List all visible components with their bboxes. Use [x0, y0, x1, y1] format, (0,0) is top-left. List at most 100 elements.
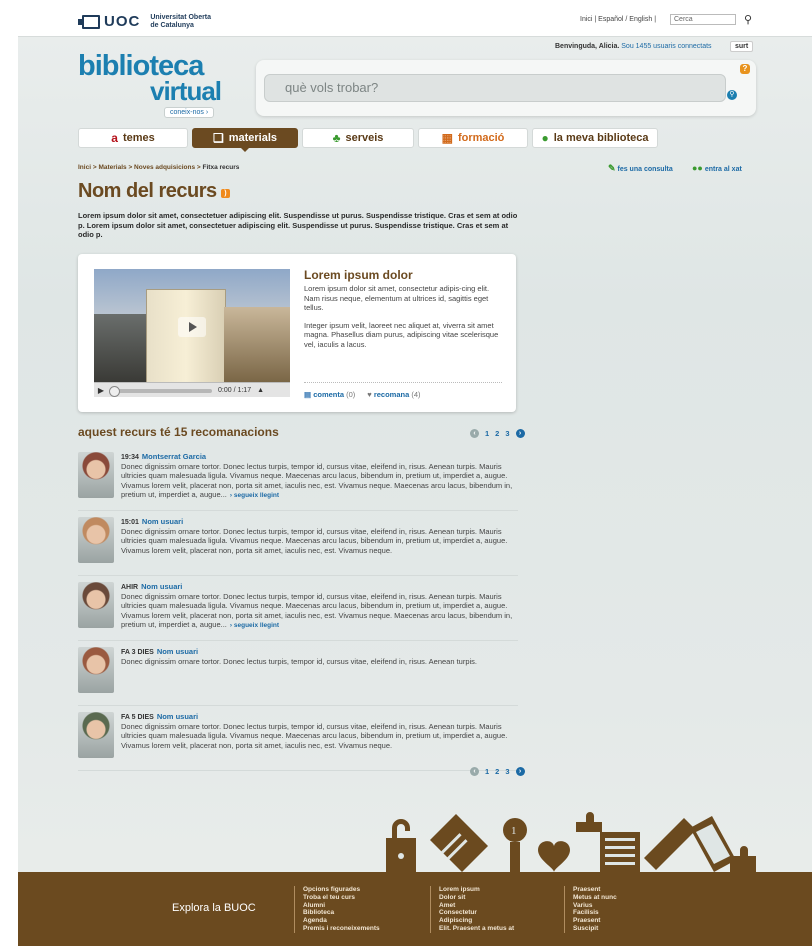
uoc-logo-text: UOC [104, 13, 141, 30]
footer-title[interactable]: Explora la BUOC [172, 902, 256, 914]
page-link[interactable]: 3 [505, 767, 509, 776]
footer-link[interactable]: Lorem ipsum [439, 886, 514, 894]
next-page-icon[interactable]: › [515, 767, 525, 776]
tab-label: temes [122, 132, 155, 144]
footer-link[interactable]: Metus at nunc [573, 894, 617, 902]
footer-link[interactable]: Varius [573, 902, 617, 910]
heart-icon: ♥ [367, 390, 372, 399]
footer-column: Lorem ipsum Dolor sit Amet Consectetur A… [430, 886, 514, 933]
comment-time: AHIR [121, 584, 139, 591]
uoc-logo[interactable]: UOC Universitat Oberta de Catalunya [78, 13, 211, 30]
avatar[interactable] [78, 582, 114, 628]
search-go-icon[interactable]: ⚲ [727, 90, 737, 100]
puzzle-piece-icon [730, 846, 756, 872]
footer: Explora la BUOC Opcions figurades Troba … [18, 872, 812, 946]
page: UOC Universitat Oberta de Catalunya Inic… [18, 0, 812, 946]
page-link[interactable]: 1 [485, 767, 489, 776]
footer-link[interactable]: Praesent [573, 886, 617, 894]
main-search-input[interactable]: què vols trobar? [264, 74, 726, 102]
breadcrumb-item[interactable]: Inici [78, 164, 91, 171]
uoc-name-line2: de Catalunya [150, 21, 194, 29]
comment-author[interactable]: Nom usuari [141, 582, 182, 591]
comment-item: 15:01 Nom usuari Donec dignissim ornare to… [78, 513, 518, 576]
avatar[interactable] [78, 647, 114, 693]
video-player[interactable]: ▶ 0:00 / 1:17 ▲ [94, 269, 290, 397]
comment-icon: ▤ [304, 390, 312, 399]
breadcrumb-item[interactable]: Noves adquisicions [134, 164, 195, 171]
footer-link[interactable]: Elit. Praesent a metus at [439, 925, 514, 933]
comment-meta: AHIR Nom usuari [121, 582, 182, 591]
avatar[interactable] [78, 517, 114, 563]
book-icon: ❏ [212, 131, 224, 145]
page-link[interactable]: 3 [505, 429, 509, 438]
footer-column: Opcions figurades Troba el teu curs Alum… [294, 886, 380, 933]
next-page-icon[interactable]: › [515, 429, 525, 438]
consult-link[interactable]: ✎ fes una consulta [608, 163, 673, 174]
play-overlay-icon[interactable] [178, 317, 206, 337]
footer-link[interactable]: Premis i reconeixements [303, 925, 380, 933]
footer-link[interactable]: Consectetur [439, 909, 514, 917]
tab-la-meva-biblioteca[interactable]: ● la meva biblioteca [532, 128, 658, 148]
connected-users[interactable]: Sou 1455 usuaris connectats [621, 43, 711, 50]
pencil-icon: ✎ [608, 163, 616, 173]
logo-virtual[interactable]: virtual [150, 78, 222, 104]
avatar[interactable] [78, 712, 114, 758]
play-icon[interactable]: ▶ [94, 386, 108, 395]
puzzle-icon [576, 812, 602, 832]
footer-link[interactable]: Biblioteca [303, 909, 380, 917]
top-search-input[interactable]: Cerca [670, 14, 736, 25]
footer-link[interactable]: Dolor sit [439, 894, 514, 902]
comment-item: FA 3 DIES Nom usuari Donec dignissim ornar… [78, 643, 518, 706]
footer-link[interactable]: Amet [439, 902, 514, 910]
uoc-logo-icon [78, 14, 100, 29]
logout-button[interactable]: surt [730, 41, 754, 52]
footer-link[interactable]: Agenda [303, 917, 380, 925]
top-links[interactable]: Inici | Español / English | [580, 16, 656, 23]
training-icon: ▦ [441, 131, 453, 145]
coneix-nos-button[interactable]: coneix-nos › [164, 107, 215, 118]
footer-link[interactable]: Alumni [303, 902, 380, 910]
comment-body: Donec dignissim ornare tortor. Donec lec… [121, 592, 513, 629]
recommend-button[interactable]: ♥ recomana (4) [367, 390, 420, 399]
coneix-nos-label: coneix-nos [170, 109, 204, 116]
comment-author[interactable]: Nom usuari [157, 712, 198, 721]
footer-link[interactable]: Adipiscing [439, 917, 514, 925]
tab-formacio[interactable]: ▦ formació [418, 128, 528, 148]
tab-serveis[interactable]: ♣ serveis [302, 128, 414, 148]
video-progress[interactable] [109, 385, 212, 397]
breadcrumb-item[interactable]: Materials [98, 164, 126, 171]
pagination-bottom: ‹ 1 2 3 › [470, 767, 525, 776]
page-link[interactable]: 2 [495, 429, 499, 438]
tab-materials[interactable]: ❏ materials [192, 128, 298, 152]
avatar[interactable] [78, 452, 114, 498]
prev-page-icon[interactable]: ‹ [470, 767, 479, 776]
comment-author[interactable]: Montserrat Garcia [142, 452, 206, 461]
page-link[interactable]: 1 [485, 429, 489, 438]
rss-icon[interactable]: ) [220, 189, 230, 198]
help-icon[interactable]: ? [740, 64, 750, 74]
footer-link[interactable]: Opcions figurades [303, 886, 380, 894]
recommendations-title: aquest recurs té 15 recomanacions [78, 425, 279, 439]
footer-link[interactable]: Praesent [573, 917, 617, 925]
comment-author[interactable]: Nom usuari [142, 517, 183, 526]
volume-icon[interactable]: ▲ [257, 387, 264, 394]
comment-author[interactable]: Nom usuari [157, 647, 198, 656]
comment-button[interactable]: ▤ comenta (0) [304, 390, 355, 399]
prev-page-icon[interactable]: ‹ [470, 429, 479, 438]
read-more-link[interactable]: › segueix llegint [230, 622, 279, 629]
intro-text: Lorem ipsum dolor sit amet, consectetuer… [78, 211, 518, 239]
read-more-link[interactable]: › segueix llegint [230, 492, 279, 499]
search-icon[interactable]: ⚲ [744, 13, 752, 26]
comment-body: Donec dignissim ornare tortor. Donec lec… [121, 657, 478, 666]
video-time: 0:00 / 1:17 [218, 387, 252, 394]
footer-link[interactable]: Facilisis [573, 909, 617, 917]
person-icon: ● [541, 131, 549, 145]
chat-link[interactable]: ●● entra al xat [692, 163, 742, 173]
comment-text: Donec dignissim ornare tortor. Donec lec… [121, 462, 513, 500]
read-more-label: segueix llegint [233, 621, 280, 629]
footer-link[interactable]: Troba el teu curs [303, 894, 380, 902]
page-link[interactable]: 2 [495, 767, 499, 776]
tab-temes[interactable]: a temes [78, 128, 188, 148]
footer-link[interactable]: Suscipit [573, 925, 617, 933]
recommend-count: (4) [411, 390, 421, 399]
